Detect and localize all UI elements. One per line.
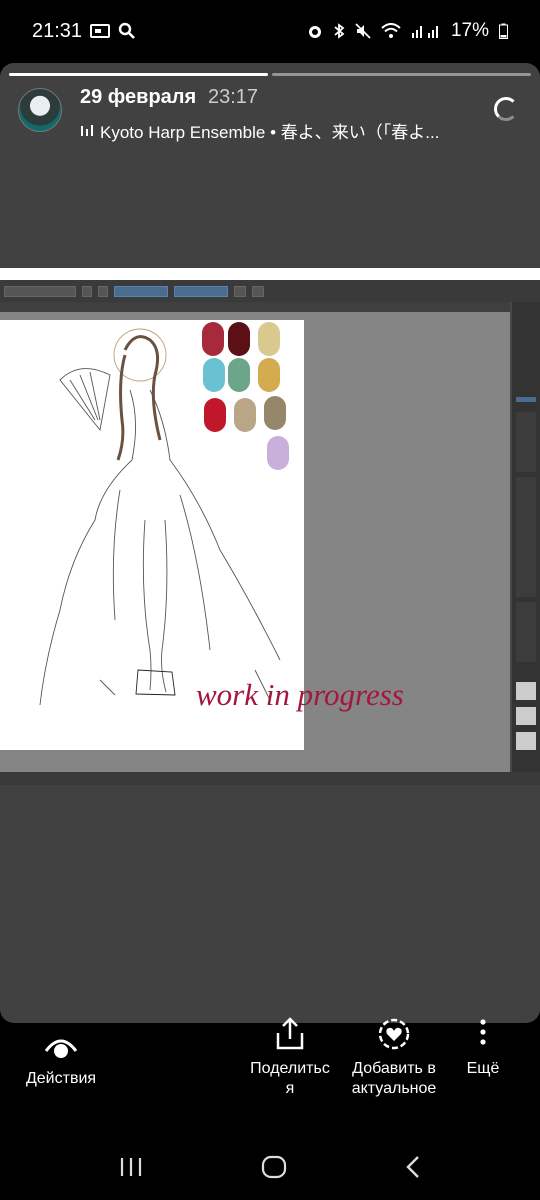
swatch-5 (228, 358, 250, 392)
share-button[interactable]: Поделитьс я (240, 1017, 340, 1099)
progress-segment-1 (9, 73, 268, 76)
swatch-10 (267, 436, 289, 470)
share-label: Поделитьс я (250, 1060, 330, 1097)
battery-icon (499, 23, 508, 39)
screenshot-notification-icon (90, 24, 111, 38)
swatch-6 (258, 358, 280, 392)
more-button[interactable]: Ещё (458, 1017, 508, 1079)
battery-percent: 17% (450, 20, 489, 41)
loading-spinner (494, 97, 518, 121)
story-time: 23:17 (208, 86, 259, 108)
more-label: Ещё (466, 1060, 500, 1077)
app-toolbar (0, 280, 540, 302)
actions-label: Действия (25, 1070, 97, 1087)
home-icon[interactable] (261, 1155, 287, 1179)
add-to-highlights-button[interactable]: Добавить в актуальное (342, 1017, 446, 1099)
avatar[interactable] (18, 88, 62, 132)
layer-row (516, 602, 536, 662)
swatch-7 (204, 398, 226, 432)
canvas-area: work in progress (0, 312, 510, 772)
swatch-8 (234, 398, 256, 432)
share-icon (276, 1017, 304, 1050)
music-title: Kyoto Harp Ensemble • 春よ、来い（「春よ... (100, 123, 440, 142)
document-tab-bar (0, 302, 510, 312)
swatch-1 (202, 322, 224, 356)
story-progress (9, 73, 531, 76)
drawing-app-screenshot: work in progress (0, 280, 540, 785)
system-nav-bar (0, 1133, 540, 1200)
app-statusbar (0, 772, 540, 785)
wifi-icon (381, 23, 401, 38)
toolbar-field (4, 285, 76, 297)
music-bars-icon (81, 124, 93, 136)
status-bar: 21:31 17% (0, 0, 540, 62)
layer-row (516, 477, 536, 597)
signal-icon (411, 26, 438, 38)
story-image: work in progress (0, 268, 540, 785)
story-date: 29 февраля (80, 86, 197, 108)
progress-segment-2 (272, 73, 531, 76)
more-vertical-icon (480, 1019, 486, 1045)
size-field (174, 285, 228, 297)
swatch-2 (228, 322, 250, 356)
layer-row (516, 412, 536, 472)
clock: 21:31 (32, 19, 83, 42)
action-bar: Действия Поделитьс я Добавить в актуальн… (0, 1017, 540, 1133)
swatch-3 (258, 322, 280, 356)
music-row[interactable]: Kyoto Harp Ensemble • 春よ、来い（「春よ... (80, 118, 490, 143)
brush-preset (516, 707, 536, 725)
wip-overlay-text: work in progress (196, 677, 404, 712)
layer-row (516, 397, 536, 402)
story-card[interactable]: 29 февраля 23:17 Kyoto Harp Ensemble • 春… (0, 63, 540, 1023)
eye-icon (44, 1039, 78, 1058)
toolbar-field (98, 285, 108, 297)
swatch-9 (264, 396, 286, 430)
highlight-heart-icon (378, 1018, 410, 1050)
brush-preset (516, 682, 536, 700)
recent-apps-icon[interactable] (119, 1156, 143, 1178)
toolbar-field (252, 285, 264, 297)
toolbar-field (82, 285, 92, 297)
opacity-field (114, 285, 168, 297)
layers-panel (512, 302, 540, 772)
bluetooth-icon (334, 23, 345, 39)
actions-button[interactable]: Действия (18, 1029, 104, 1089)
search-icon (118, 22, 135, 39)
brush-preset (516, 732, 536, 750)
swatch-4 (203, 358, 225, 392)
highlight-label: Добавить в актуальное (351, 1060, 437, 1097)
alarm-icon (308, 26, 321, 38)
back-icon[interactable] (405, 1155, 421, 1179)
mute-icon (355, 23, 371, 39)
toolbar-field (234, 285, 246, 297)
